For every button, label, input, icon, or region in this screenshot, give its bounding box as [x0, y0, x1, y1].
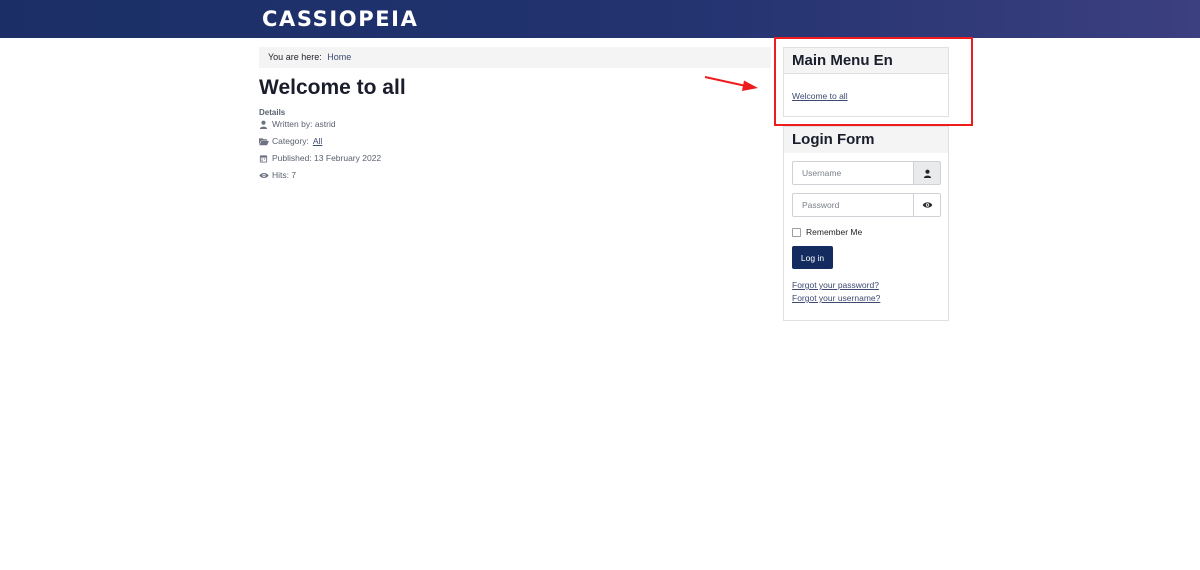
article-category: Category: All: [259, 136, 322, 146]
breadcrumb-prefix: You are here:: [268, 52, 322, 62]
password-field: [792, 193, 941, 217]
user-icon: [259, 120, 268, 129]
login-button[interactable]: Log in: [792, 246, 833, 269]
annotation-highlight-box: [774, 37, 973, 126]
article-author: Written by: astrid: [259, 119, 336, 129]
article-category-label: Category:: [272, 136, 309, 146]
calendar-icon: [259, 154, 268, 163]
user-icon: [913, 161, 941, 185]
remember-me-label[interactable]: Remember Me: [806, 227, 862, 237]
folder-open-icon: [259, 137, 269, 146]
article-category-link[interactable]: All: [313, 136, 322, 146]
eye-icon[interactable]: [913, 193, 941, 217]
site-header: CASSIOPEIA: [0, 0, 1200, 38]
forgot-password-link[interactable]: Forgot your password?: [792, 280, 879, 290]
eye-icon: [259, 171, 269, 180]
login-form-title: Login Form: [784, 127, 948, 153]
article-hits-text: Hits: 7: [272, 170, 297, 180]
username-field: [792, 161, 941, 185]
remember-me-checkbox[interactable]: [792, 227, 801, 237]
article-published-text: Published: 13 February 2022: [272, 153, 382, 163]
annotation-arrow: [704, 76, 758, 91]
article-details-label: Details: [259, 108, 286, 117]
article-title: Welcome to all: [259, 76, 406, 99]
site-logo[interactable]: CASSIOPEIA: [262, 7, 418, 31]
login-form-module: Login Form Remember Me Log in Forgot you…: [783, 126, 949, 321]
breadcrumb: You are here: Home: [259, 47, 771, 68]
username-input[interactable]: [792, 161, 913, 185]
forgot-username-link[interactable]: Forgot your username?: [792, 293, 880, 303]
breadcrumb-home: Home: [327, 52, 352, 62]
article-author-text: Written by: astrid: [272, 119, 336, 129]
password-input[interactable]: [792, 193, 913, 217]
article-hits: Hits: 7: [259, 170, 296, 180]
remember-me: Remember Me: [792, 227, 862, 237]
article-published: Published: 13 February 2022: [259, 153, 381, 163]
